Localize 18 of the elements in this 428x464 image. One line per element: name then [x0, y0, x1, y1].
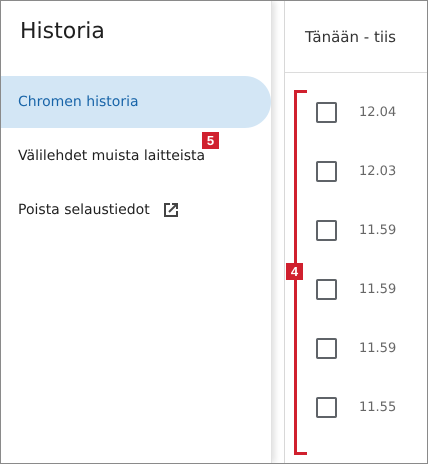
checkbox[interactable] [316, 397, 337, 418]
annotation-badge: 5 [202, 132, 219, 149]
visit-time: 11.59 [359, 341, 396, 356]
visit-time: 11.55 [359, 400, 396, 415]
annotation-badge: 4 [286, 263, 303, 280]
checkbox[interactable] [316, 102, 337, 123]
checkbox[interactable] [316, 220, 337, 241]
checkbox[interactable] [316, 161, 337, 182]
page-title: Historia [20, 18, 106, 46]
date-header: Tänään - tiis [285, 1, 427, 73]
visit-time: 12.04 [359, 105, 396, 120]
visit-time: 11.59 [359, 223, 396, 238]
visit-time: 12.03 [359, 164, 396, 179]
sidebar-item[interactable]: Poista selaustiedot [1, 184, 271, 236]
checkbox[interactable] [316, 279, 337, 300]
visit-time: 11.59 [359, 282, 396, 297]
checkbox[interactable] [316, 338, 337, 359]
sidebar-item[interactable]: Chromen historia [1, 76, 271, 128]
